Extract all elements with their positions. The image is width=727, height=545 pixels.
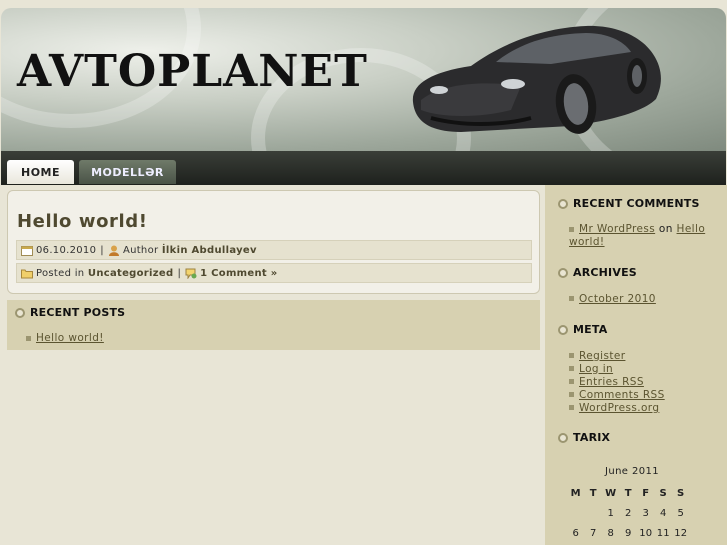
separator: | xyxy=(100,244,104,256)
list-item: Mr WordPress on Hello world! xyxy=(569,223,709,249)
separator: | xyxy=(177,267,182,279)
meta-title: META xyxy=(573,323,608,336)
archives-heading: ARCHIVES xyxy=(558,266,637,279)
calendar-weekday: W xyxy=(605,487,617,499)
post-author[interactable]: İlkin Abdullayev xyxy=(162,245,257,256)
main-content: Hello world! 06.10.2010 | Author İlkin A… xyxy=(1,185,545,545)
list-item: October 2010 xyxy=(569,292,656,305)
calendar-day: 4 xyxy=(659,507,667,519)
list-item: Register xyxy=(569,349,665,362)
calendar-weekday: S xyxy=(659,487,667,499)
sidebar: RECENT COMMENTS Mr WordPress on Hello wo… xyxy=(545,185,727,545)
calendar-day: 12 xyxy=(674,527,688,539)
calendar: June 2011 M T W T F S S 1 2 3 4 5 6 7 8 … xyxy=(567,466,697,543)
list-item: Entries RSS xyxy=(569,375,665,388)
calendar-weekday-row: M T W T F S S xyxy=(567,483,697,503)
recent-comments-title: RECENT COMMENTS xyxy=(573,197,700,210)
list-bullet-icon xyxy=(569,353,574,358)
heading-bullet-icon xyxy=(558,267,568,278)
archive-link[interactable]: October 2010 xyxy=(579,293,656,305)
calendar-caption: June 2011 xyxy=(604,466,659,477)
post-meta-date-author: 06.10.2010 | Author İlkin Abdullayev xyxy=(16,240,532,260)
tarix-title: TARIX xyxy=(573,431,611,444)
meta-link-entries-rss[interactable]: Entries RSS xyxy=(579,376,644,388)
heading-bullet-icon xyxy=(558,198,568,209)
heading-bullet-icon xyxy=(558,432,568,443)
meta-list: Register Log in Entries RSS Comments RSS… xyxy=(569,349,665,414)
category-link[interactable]: Uncategorized xyxy=(88,268,174,279)
list-bullet-icon xyxy=(569,226,574,232)
list-bullet-icon xyxy=(569,379,574,384)
post-date: 06.10.2010 xyxy=(36,244,97,256)
recent-posts-title: RECENT POSTS xyxy=(30,306,126,319)
calendar-weekday: M xyxy=(570,487,581,499)
nav-bar: HOME MODELLƏR xyxy=(1,151,726,185)
recent-comments-list: Mr WordPress on Hello world! xyxy=(569,223,709,249)
recent-post-link[interactable]: Hello world! xyxy=(36,332,104,344)
folder-icon xyxy=(21,269,33,278)
post: Hello world! 06.10.2010 | Author İlkin A… xyxy=(7,190,540,294)
comments-link[interactable]: 1 Comment » xyxy=(200,268,277,279)
list-item: Log in xyxy=(569,362,665,375)
list-bullet-icon xyxy=(569,366,574,371)
archives-title: ARCHIVES xyxy=(573,266,637,279)
list-item: WordPress.org xyxy=(569,401,665,414)
meta-link-register[interactable]: Register xyxy=(579,350,625,362)
meta-link-comments-rss[interactable]: Comments RSS xyxy=(579,389,665,401)
calendar-icon xyxy=(21,245,33,256)
calendar-day: 1 xyxy=(607,507,615,519)
calendar-day: 9 xyxy=(624,527,632,539)
calendar-week-row: 1 2 3 4 5 xyxy=(567,503,697,523)
post-title[interactable]: Hello world! xyxy=(17,211,148,232)
archives-list: October 2010 xyxy=(569,292,656,305)
recent-posts-heading: RECENT POSTS xyxy=(15,306,125,319)
calendar-day: 5 xyxy=(677,507,685,519)
calendar-day: 2 xyxy=(624,507,632,519)
calendar-day: 7 xyxy=(589,527,597,539)
tab-home[interactable]: HOME xyxy=(7,160,74,184)
post-meta-category: Posted in Uncategorized | 1 Comment » xyxy=(16,263,532,283)
calendar-weekday: T xyxy=(589,487,597,499)
list-bullet-icon xyxy=(26,335,31,341)
calendar-day: 3 xyxy=(642,507,650,519)
list-bullet-icon xyxy=(569,405,574,410)
comment-on-label: on xyxy=(658,223,673,235)
recent-posts-widget: RECENT POSTS Hello world! xyxy=(7,300,540,350)
author-prefix: Author xyxy=(122,244,159,256)
tarix-heading: TARIX xyxy=(558,431,610,444)
meta-link-wordpress[interactable]: WordPress.org xyxy=(579,402,659,414)
car-image xyxy=(412,25,661,134)
author-icon xyxy=(108,245,119,256)
posted-in-label: Posted in xyxy=(36,267,85,279)
list-bullet-icon xyxy=(569,296,574,301)
list-bullet-icon xyxy=(569,392,574,397)
calendar-weekday: S xyxy=(677,487,685,499)
list-item: Comments RSS xyxy=(569,388,665,401)
calendar-day: 10 xyxy=(639,527,653,539)
calendar-day: 8 xyxy=(607,527,615,539)
heading-bullet-icon xyxy=(558,324,568,335)
calendar-day: 11 xyxy=(656,527,670,539)
recent-comments-heading: RECENT COMMENTS xyxy=(558,197,700,210)
tab-models[interactable]: MODELLƏR xyxy=(79,160,176,184)
meta-heading: META xyxy=(558,323,607,336)
site-title[interactable]: AVTOPLANET xyxy=(17,46,368,97)
calendar-weekday: F xyxy=(642,487,650,499)
heading-bullet-icon xyxy=(15,307,25,318)
comment-icon xyxy=(185,268,197,279)
calendar-week-row: 6 7 8 9 10 11 12 xyxy=(567,523,697,543)
calendar-weekday: T xyxy=(624,487,632,499)
meta-link-login[interactable]: Log in xyxy=(579,363,613,375)
comment-author-link[interactable]: Mr WordPress xyxy=(579,223,655,235)
site-header: AVTOPLANET xyxy=(1,8,726,151)
calendar-day: 6 xyxy=(572,527,580,539)
list-item: Hello world! xyxy=(26,332,104,344)
